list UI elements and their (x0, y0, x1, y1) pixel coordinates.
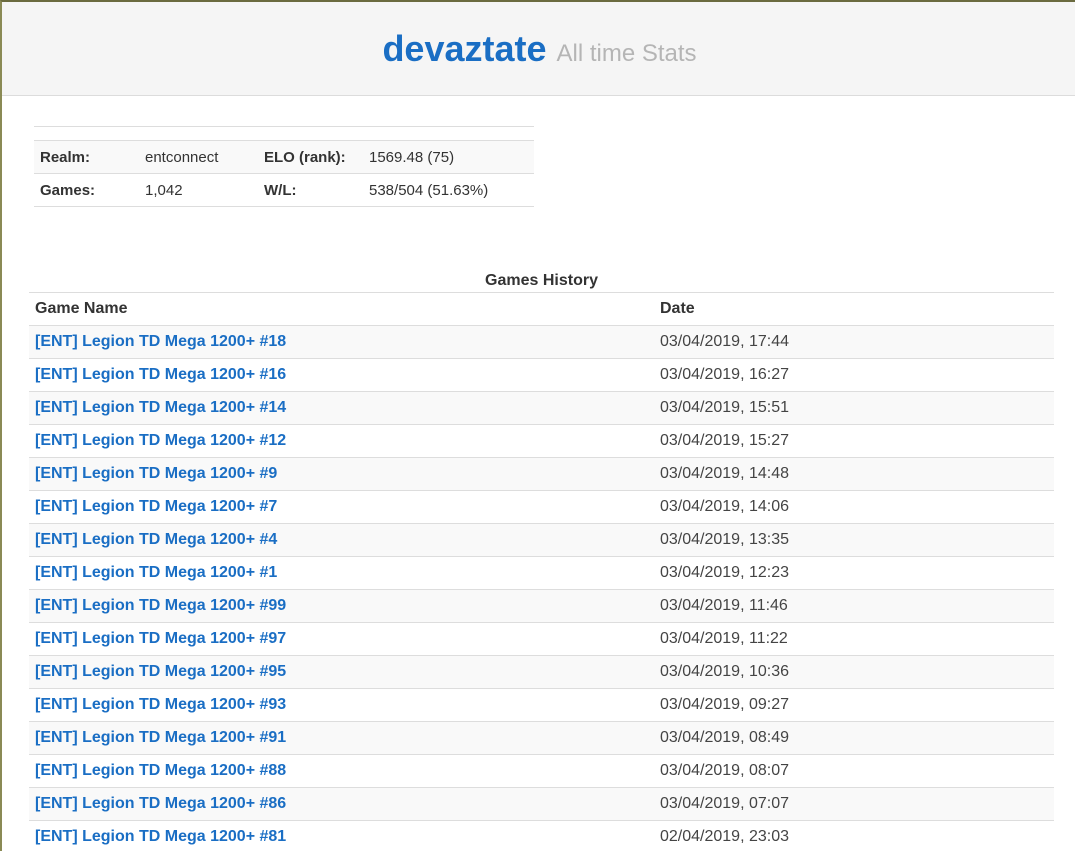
header-title-group: devaztate All time Stats (2, 28, 1075, 70)
table-row: [ENT] Legion TD Mega 1200+ #99 03/04/2019… (29, 589, 1054, 623)
table-row: [ENT] Legion TD Mega 1200+ #18 03/04/2019… (29, 325, 1054, 359)
game-link[interactable]: [ENT] Legion TD Mega 1200+ #95 (35, 663, 286, 680)
game-date: 03/04/2019, 10:36 (654, 655, 1054, 689)
elo-value: 1569.48 (75) (363, 140, 534, 174)
game-date: 03/04/2019, 11:22 (654, 622, 1054, 656)
game-date: 03/04/2019, 13:35 (654, 523, 1054, 557)
page-frame: devaztate All time Stats Realm: entconnec… (0, 0, 1075, 851)
game-date: 03/04/2019, 11:46 (654, 589, 1054, 623)
game-link[interactable]: [ENT] Legion TD Mega 1200+ #16 (35, 366, 286, 383)
page-subtitle: All time Stats (556, 40, 697, 67)
realm-value: entconnect (139, 140, 258, 174)
game-date: 03/04/2019, 09:27 (654, 688, 1054, 722)
game-link[interactable]: [ENT] Legion TD Mega 1200+ #7 (35, 498, 277, 515)
table-row: [ENT] Legion TD Mega 1200+ #16 03/04/2019… (29, 358, 1054, 392)
game-date: 03/04/2019, 14:06 (654, 490, 1054, 524)
games-value: 1,042 (139, 173, 258, 207)
table-row: [ENT] Legion TD Mega 1200+ #9 03/04/2019,… (29, 457, 1054, 491)
table-row: [ENT] Legion TD Mega 1200+ #1 03/04/2019,… (29, 556, 1054, 590)
game-date: 03/04/2019, 15:27 (654, 424, 1054, 458)
game-link[interactable]: [ENT] Legion TD Mega 1200+ #88 (35, 762, 286, 779)
player-stats-table: Realm: entconnect ELO (rank): 1569.48 (7… (34, 126, 534, 207)
game-date: 03/04/2019, 15:51 (654, 391, 1054, 425)
realm-label: Realm: (34, 140, 139, 174)
table-row: [ENT] Legion TD Mega 1200+ #97 03/04/2019… (29, 622, 1054, 656)
game-date: 03/04/2019, 12:23 (654, 556, 1054, 590)
history-header-row: Game Name Date (29, 292, 1054, 326)
elo-label: ELO (rank): (258, 140, 363, 174)
game-date: 02/04/2019, 23:03 (654, 820, 1054, 851)
game-date: 03/04/2019, 16:27 (654, 358, 1054, 392)
table-row: [ENT] Legion TD Mega 1200+ #12 03/04/2019… (29, 424, 1054, 458)
game-date: 03/04/2019, 08:07 (654, 754, 1054, 788)
game-date: 03/04/2019, 14:48 (654, 457, 1054, 491)
history-rows: [ENT] Legion TD Mega 1200+ #18 03/04/2019… (29, 325, 1054, 851)
game-link[interactable]: [ENT] Legion TD Mega 1200+ #1 (35, 564, 277, 581)
games-label: Games: (34, 173, 139, 207)
game-date: 03/04/2019, 17:44 (654, 325, 1054, 359)
stats-row-games-wl: Games: 1,042 W/L: 538/504 (51.63%) (34, 173, 534, 207)
game-link[interactable]: [ENT] Legion TD Mega 1200+ #4 (35, 531, 277, 548)
games-history-table: Game Name Date [ENT] Legion TD Mega 1200… (29, 292, 1054, 851)
table-row: [ENT] Legion TD Mega 1200+ #95 03/04/2019… (29, 655, 1054, 689)
column-header-date: Date (654, 292, 1054, 326)
table-row: [ENT] Legion TD Mega 1200+ #88 03/04/2019… (29, 754, 1054, 788)
stats-row-realm-elo: Realm: entconnect ELO (rank): 1569.48 (7… (34, 140, 534, 174)
table-row: [ENT] Legion TD Mega 1200+ #14 03/04/2019… (29, 391, 1054, 425)
game-link[interactable]: [ENT] Legion TD Mega 1200+ #86 (35, 795, 286, 812)
game-link[interactable]: [ENT] Legion TD Mega 1200+ #14 (35, 399, 286, 416)
game-link[interactable]: [ENT] Legion TD Mega 1200+ #99 (35, 597, 286, 614)
games-history-caption: Games History (485, 272, 598, 289)
table-row: [ENT] Legion TD Mega 1200+ #91 03/04/2019… (29, 721, 1054, 755)
table-row: [ENT] Legion TD Mega 1200+ #86 03/04/2019… (29, 787, 1054, 821)
game-link[interactable]: [ENT] Legion TD Mega 1200+ #91 (35, 729, 286, 746)
game-link[interactable]: [ENT] Legion TD Mega 1200+ #97 (35, 630, 286, 647)
game-link[interactable]: [ENT] Legion TD Mega 1200+ #93 (35, 696, 286, 713)
game-link[interactable]: [ENT] Legion TD Mega 1200+ #9 (35, 465, 277, 482)
stats-header-row (34, 126, 534, 141)
wl-value: 538/504 (51.63%) (363, 173, 534, 207)
game-link[interactable]: [ENT] Legion TD Mega 1200+ #12 (35, 432, 286, 449)
game-link[interactable]: [ENT] Legion TD Mega 1200+ #18 (35, 333, 286, 350)
wl-label: W/L: (258, 173, 363, 207)
game-date: 03/04/2019, 07:07 (654, 787, 1054, 821)
table-row: [ENT] Legion TD Mega 1200+ #81 02/04/2019… (29, 820, 1054, 851)
column-header-game-name: Game Name (29, 292, 654, 326)
game-date: 03/04/2019, 08:49 (654, 721, 1054, 755)
table-row: [ENT] Legion TD Mega 1200+ #7 03/04/2019,… (29, 490, 1054, 524)
table-row: [ENT] Legion TD Mega 1200+ #4 03/04/2019,… (29, 523, 1054, 557)
game-link[interactable]: [ENT] Legion TD Mega 1200+ #81 (35, 828, 286, 845)
player-name: devaztate (382, 28, 547, 69)
table-row: [ENT] Legion TD Mega 1200+ #93 03/04/2019… (29, 688, 1054, 722)
page-header: devaztate All time Stats (2, 2, 1075, 96)
